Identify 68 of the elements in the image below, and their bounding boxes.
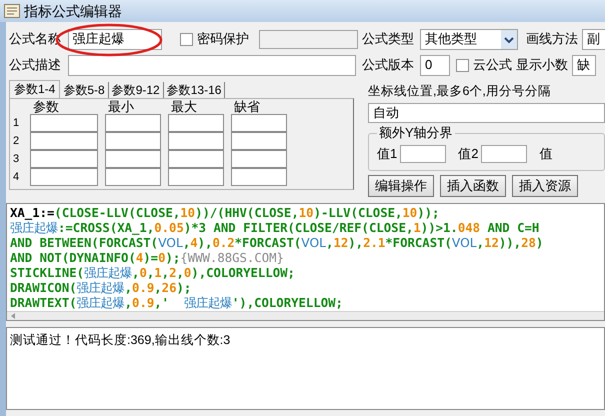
param-input[interactable]: [30, 168, 98, 186]
param-input[interactable]: [231, 132, 287, 150]
status-message: 测试通过！代码长度:369,输出线个数:3: [10, 332, 230, 347]
checkbox[interactable]: [456, 58, 469, 72]
code-line: 强庄起爆:=CROSS(XA_1,0.05)*3 AND FILTER(CLOSE/REF(CLOSE,1))>1.048 AND C=H: [10, 220, 540, 236]
param-input[interactable]: [168, 132, 224, 150]
code-line: AND NOT(DYNAINFO(4)=0);{WWW.88GS.COM}: [10, 250, 284, 266]
column-header: 最小: [107, 100, 135, 114]
draw-method-field[interactable]: 副: [582, 28, 605, 50]
value-input[interactable]: [481, 144, 528, 163]
row-number: 1: [13, 116, 20, 131]
value-input[interactable]: [400, 144, 446, 163]
column-header: 参数: [32, 100, 60, 114]
group-title: 额外Y轴分界: [377, 124, 455, 141]
value-label: 值1: [377, 145, 398, 163]
code-line: XA_1:=(CLOSE-LLV(CLOSE,10))/(HHV(CLOSE,10)-LLV(CLOSE,10));: [10, 206, 440, 221]
row-number: 2: [13, 134, 20, 149]
toolbar-button[interactable]: 插入资源: [512, 174, 578, 197]
param-tab[interactable]: 参数5-8: [60, 82, 109, 98]
param-input[interactable]: [168, 150, 224, 168]
param-input[interactable]: [105, 132, 161, 150]
row-number: 4: [13, 170, 20, 185]
param-input[interactable]: [105, 114, 161, 132]
param-tab[interactable]: 参数9-12: [108, 82, 164, 98]
param-input[interactable]: [30, 132, 98, 150]
value-label: 值2: [458, 145, 478, 163]
checkbox[interactable]: [180, 32, 193, 46]
field-label: 公式类型: [362, 30, 415, 48]
param-input[interactable]: [30, 150, 98, 168]
toolbar-button[interactable]: 编辑操作: [368, 174, 434, 197]
toolbar-button[interactable]: 插入函数: [440, 174, 506, 197]
field-label: 公式描述: [9, 56, 62, 74]
param-input[interactable]: [168, 168, 224, 186]
field-label: 画线方法: [526, 30, 578, 48]
param-input[interactable]: [231, 168, 287, 186]
code-line: STICKLINE(强庄起爆,0,1,2,0),COLORYELLOW;: [10, 266, 295, 281]
column-header: 缺省: [233, 100, 261, 114]
code-line: DRAWTEXT(强庄起爆,0.9,' 强庄起爆'),COLORYELLOW;: [10, 296, 343, 311]
param-input[interactable]: [231, 114, 287, 132]
code-line: DRAWICON(强庄起爆,0.9,26);: [10, 280, 192, 296]
param-input[interactable]: [105, 150, 161, 168]
version-field[interactable]: 0: [420, 54, 450, 76]
row-number: 3: [13, 152, 20, 167]
window-title: 指标公式编辑器: [24, 2, 122, 20]
axis-label: 坐标线位置,最多6个,用分号分隔: [368, 83, 552, 100]
formula-name-field[interactable]: 强庄起爆: [68, 28, 162, 50]
description-field[interactable]: [68, 54, 356, 76]
param-tab[interactable]: 参数1-4: [9, 80, 60, 98]
field-label: 显示小数: [516, 56, 568, 74]
checkbox-label: 云公式: [473, 56, 512, 74]
field-label: 公式版本: [362, 56, 415, 74]
param-input[interactable]: [231, 150, 287, 168]
column-header: 最大: [170, 100, 198, 114]
scroll-left-icon: [11, 313, 15, 320]
value-label: 值: [539, 145, 552, 163]
code-editor[interactable]: [6, 202, 605, 321]
axis-field[interactable]: 自动: [368, 102, 605, 123]
window-icon: [4, 4, 20, 18]
code-line: AND BETWEEN(FORCAST(VOL,4),0.2*FORCAST(VOL,12),2.1*FORCAST(VOL,12)),28): [10, 236, 544, 251]
param-input[interactable]: [30, 114, 98, 132]
formula-type-dropdown[interactable]: 其他类型: [420, 28, 518, 50]
param-input[interactable]: [105, 168, 161, 186]
param-input[interactable]: [168, 114, 224, 132]
param-tab[interactable]: 参数13-16: [164, 82, 226, 98]
horizontal-scrollbar[interactable]: [7, 310, 604, 320]
checkbox-label: 密码保护: [196, 30, 249, 48]
password-field[interactable]: [258, 30, 358, 48]
decimals-field[interactable]: 缺: [572, 54, 596, 76]
